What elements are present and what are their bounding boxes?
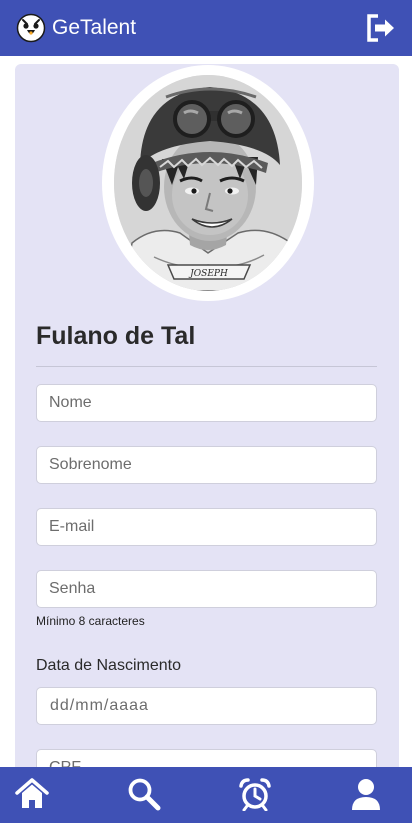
brand[interactable]: GeTalent bbox=[16, 13, 136, 43]
top-app-bar: GeTalent bbox=[0, 0, 412, 56]
cpf-input[interactable] bbox=[36, 749, 377, 767]
birth-date-input[interactable] bbox=[36, 687, 377, 725]
user-icon[interactable] bbox=[349, 777, 383, 811]
first-name-input[interactable] bbox=[36, 384, 377, 422]
svg-text:JOSEPH: JOSEPH bbox=[188, 269, 228, 279]
email-input[interactable] bbox=[36, 508, 377, 546]
password-hint: Mínimo 8 caracteres bbox=[36, 614, 145, 628]
home-icon[interactable] bbox=[15, 777, 49, 811]
birth-date-label: Data de Nascimento bbox=[36, 657, 181, 674]
avatar-portrait: JOSEPH bbox=[114, 75, 302, 291]
profile-name: Fulano de Tal bbox=[36, 322, 196, 350]
divider bbox=[36, 366, 377, 367]
portrait-illustration: JOSEPH bbox=[114, 75, 302, 291]
logout-icon[interactable] bbox=[364, 12, 396, 44]
last-name-input[interactable] bbox=[36, 446, 377, 484]
app-name: GeTalent bbox=[52, 16, 137, 39]
retro-robot-logo-icon bbox=[16, 13, 46, 43]
alarm-clock-icon[interactable] bbox=[238, 777, 272, 811]
password-input[interactable] bbox=[36, 570, 377, 608]
search-icon[interactable] bbox=[127, 777, 161, 811]
content-scroll-area[interactable]: JOSEPH Fulano de Tal Mínimo 8 caracteres… bbox=[0, 56, 412, 767]
bottom-navigation bbox=[0, 767, 412, 823]
profile-card: JOSEPH Fulano de Tal Mínimo 8 caracteres… bbox=[15, 64, 399, 767]
avatar[interactable]: JOSEPH bbox=[102, 65, 314, 301]
